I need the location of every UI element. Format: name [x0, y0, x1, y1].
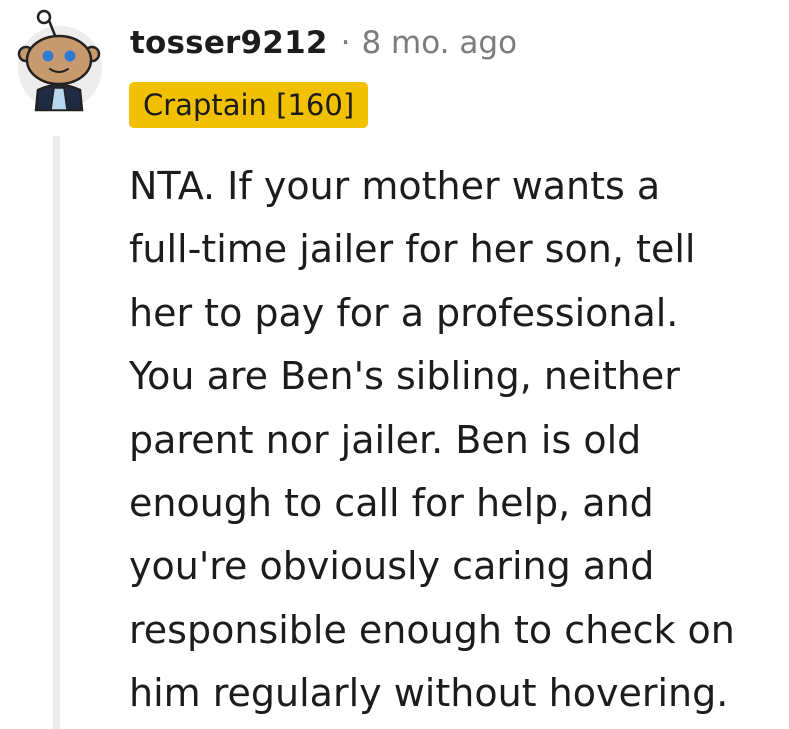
comment-body-line: enough to call for help, and: [129, 481, 654, 526]
comment-body-line: full-time jailer for her son, tell: [129, 227, 696, 272]
comment-body-line: You are Ben's sibling, neither: [129, 354, 680, 399]
timestamp-link[interactable]: 8 mo. ago: [361, 25, 517, 61]
comment-body-line: him regularly without hovering.: [129, 671, 729, 716]
comment-body-line: you're obviously caring and: [129, 544, 655, 589]
username-link[interactable]: tosser9212: [130, 25, 328, 61]
comment-body-line: parent nor jailer. Ben is old: [129, 417, 642, 462]
comment-meta: tosser9212 · 8 mo. ago: [130, 20, 517, 66]
comment-body-line: NTA. If your mother wants a: [129, 164, 661, 208]
meta-separator: ·: [340, 25, 351, 61]
comment: tosser9212 · 8 mo. ago Craptain [160] NT…: [0, 0, 789, 729]
thread-collapse-line[interactable]: [53, 136, 60, 729]
comment-body-line: her to pay for a professional.: [129, 290, 679, 335]
comment-body: NTA. If your mother wants a full-time ja…: [129, 155, 779, 726]
comment-body-line: responsible enough to check on: [129, 607, 735, 652]
user-flair-badge: Craptain [160]: [129, 82, 369, 128]
user-avatar-icon[interactable]: [16, 6, 104, 112]
